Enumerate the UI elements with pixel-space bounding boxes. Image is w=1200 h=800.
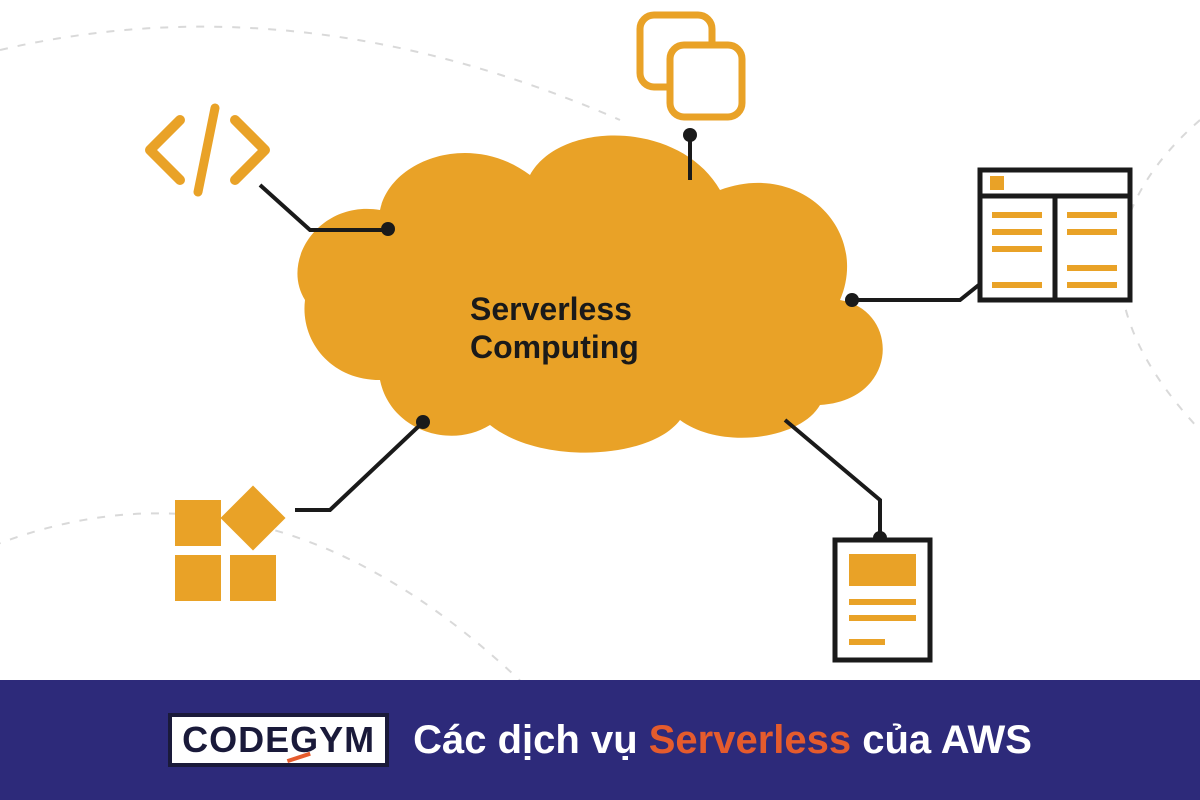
footer-title: Các dịch vụ Serverless của AWS: [413, 718, 1032, 763]
cloud-label-line1: Serverless: [470, 291, 632, 327]
stacked-windows-icon: [640, 15, 742, 117]
logo-slash-icon: G: [290, 719, 319, 761]
diagram-canvas: Serverless Computing: [0, 0, 1200, 680]
layout-panel-icon: [980, 170, 1130, 300]
cloud-label-line2: Computing: [470, 329, 639, 365]
footer-title-before: Các dịch vụ: [413, 718, 649, 762]
blocks-grid-icon: [175, 485, 286, 601]
footer-title-after: của AWS: [851, 718, 1032, 762]
codegym-logo: CODEGYM: [168, 713, 389, 767]
footer-banner: CODEGYM Các dịch vụ Serverless của AWS: [0, 680, 1200, 800]
code-icon: [150, 108, 265, 192]
cloud-center-label: Serverless Computing: [470, 290, 639, 367]
footer-title-highlight: Serverless: [649, 718, 851, 762]
document-icon: [835, 540, 930, 660]
